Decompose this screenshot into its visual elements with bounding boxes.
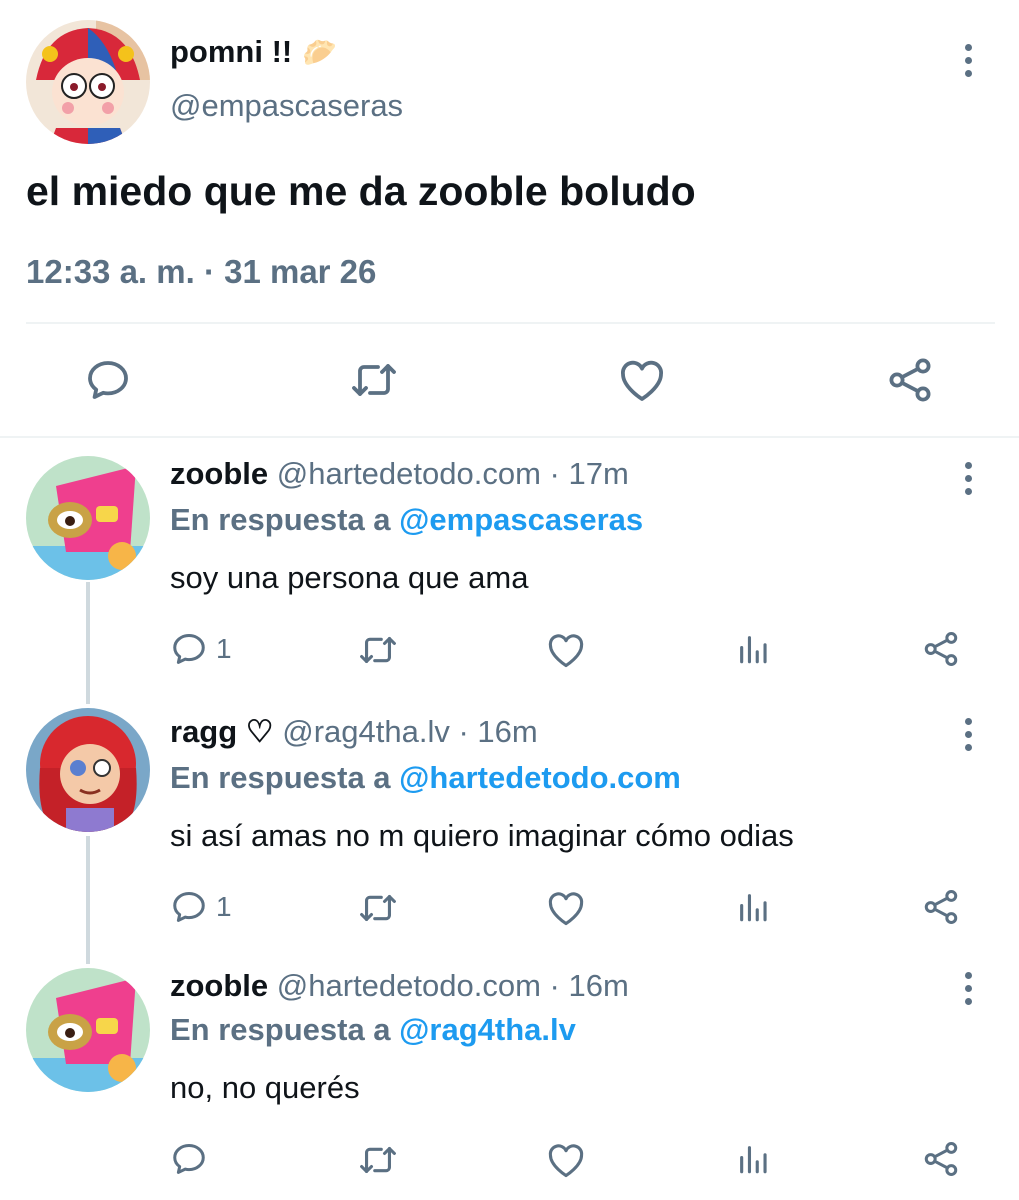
- share-icon[interactable]: [886, 356, 934, 404]
- main-tweet-divider: [0, 436, 1019, 438]
- views-icon[interactable]: [736, 1142, 770, 1176]
- reply-context: En respuesta a @empascaseras: [170, 502, 643, 538]
- reply-time: · 16m: [549, 968, 629, 1003]
- views-icon[interactable]: [736, 890, 770, 924]
- reply-header[interactable]: zooble @hartedetodo.com · 17m: [170, 456, 629, 492]
- share-icon[interactable]: [922, 630, 960, 668]
- author-avatar[interactable]: [26, 20, 150, 144]
- reply-display-name: ragg ♡: [170, 714, 274, 749]
- reply-to-link[interactable]: @empascaseras: [399, 502, 643, 537]
- thread-line: [86, 836, 90, 964]
- retweet-icon[interactable]: [358, 890, 398, 926]
- reply-context: En respuesta a @hartedetodo.com: [170, 760, 681, 796]
- reply-count: 1: [216, 633, 232, 664]
- like-icon[interactable]: [546, 1142, 586, 1178]
- reply-text: soy una persona que ama: [170, 560, 529, 595]
- views-icon[interactable]: [736, 632, 770, 666]
- like-icon[interactable]: [618, 358, 666, 402]
- tweet-timestamp[interactable]: 12:33 a. m. · 31 mar 26: [26, 253, 376, 291]
- retweet-icon[interactable]: [358, 1142, 398, 1178]
- reply-context: En respuesta a @rag4tha.lv: [170, 1012, 576, 1048]
- reply-context-prefix: En respuesta a: [170, 502, 391, 537]
- reply-to-link[interactable]: @hartedetodo.com: [399, 760, 681, 795]
- reply-handle: @hartedetodo.com: [276, 968, 541, 1003]
- reply-display-name: zooble: [170, 456, 269, 491]
- reply-handle: @rag4tha.lv: [282, 714, 450, 749]
- reply-count: 1: [216, 891, 232, 922]
- reply-time: · 17m: [549, 456, 629, 491]
- thread-line: [86, 582, 90, 704]
- like-icon[interactable]: [546, 890, 586, 926]
- reply-to-link[interactable]: @rag4tha.lv: [399, 1012, 576, 1047]
- more-options-icon[interactable]: [958, 718, 978, 751]
- reply-icon[interactable]: [84, 356, 132, 404]
- reply-icon[interactable]: 1: [170, 888, 232, 926]
- share-icon[interactable]: [922, 888, 960, 926]
- more-options-icon[interactable]: [958, 462, 978, 495]
- more-options-icon[interactable]: [958, 972, 978, 1005]
- share-icon[interactable]: [922, 1140, 960, 1178]
- author-name-row[interactable]: pomni !! 🥟: [170, 30, 337, 74]
- reply-avatar[interactable]: [26, 456, 150, 580]
- more-options-icon[interactable]: [958, 44, 978, 77]
- reply-time: · 16m: [458, 714, 538, 749]
- author-display-name: pomni !!: [170, 34, 293, 69]
- reply-handle: @hartedetodo.com: [276, 456, 541, 491]
- retweet-icon[interactable]: [358, 632, 398, 668]
- reply-context-prefix: En respuesta a: [170, 1012, 391, 1047]
- tweet-text: el miedo que me da zooble boludo: [26, 168, 696, 214]
- reply-avatar[interactable]: [26, 708, 150, 832]
- dumpling-emoji-icon: 🥟: [302, 36, 338, 68]
- author-handle[interactable]: @empascaseras: [170, 88, 403, 124]
- reply-icon[interactable]: [170, 1140, 216, 1178]
- reply-header[interactable]: ragg ♡ @rag4tha.lv · 16m: [170, 714, 538, 750]
- reply-header[interactable]: zooble @hartedetodo.com · 16m: [170, 968, 629, 1004]
- reply-display-name: zooble: [170, 968, 269, 1003]
- reply-icon[interactable]: 1: [170, 630, 232, 668]
- reply-avatar[interactable]: [26, 968, 150, 1092]
- like-icon[interactable]: [546, 632, 586, 668]
- reply-text: si así amas no m quiero imaginar cómo od…: [170, 818, 794, 853]
- timestamp-divider: [26, 322, 995, 324]
- reply-text: no, no querés: [170, 1070, 360, 1105]
- retweet-icon[interactable]: [350, 358, 398, 402]
- reply-context-prefix: En respuesta a: [170, 760, 391, 795]
